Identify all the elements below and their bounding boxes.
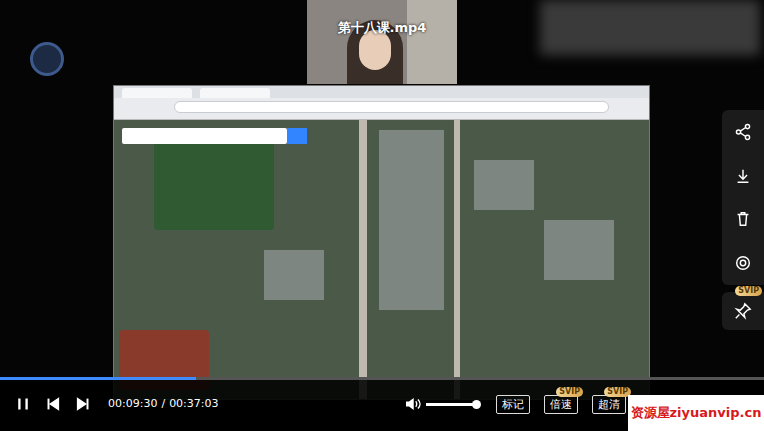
map-search-button — [287, 128, 307, 144]
volume-fill — [426, 403, 476, 406]
map-search — [122, 128, 287, 144]
progress-fill — [0, 377, 196, 380]
address-bar — [174, 101, 609, 113]
control-buttons: 标记 倍速SVIP 超清SVIP — [496, 395, 626, 414]
side-panel — [722, 110, 764, 285]
webcam-view: 第十八课.mp4 — [307, 0, 457, 84]
speaker-icon — [404, 395, 422, 413]
share-icon — [734, 123, 752, 141]
next-button[interactable] — [72, 393, 94, 415]
play-pause-button[interactable] — [12, 393, 34, 415]
map-field — [154, 140, 274, 230]
volume-control[interactable] — [404, 395, 476, 413]
pin-button[interactable]: SVIP — [722, 292, 764, 330]
pause-icon — [14, 395, 32, 413]
volume-knob[interactable] — [472, 400, 481, 409]
watermark: 资源屋ziyuanvip.cn — [628, 395, 764, 431]
map-building — [474, 160, 534, 210]
video-frame[interactable] — [113, 85, 650, 400]
target-icon — [734, 254, 752, 272]
cam-wall — [407, 0, 457, 84]
map-road — [359, 120, 367, 400]
browser-tab — [200, 88, 270, 98]
download-icon — [734, 167, 752, 185]
button-label: 超清 — [598, 398, 620, 411]
target-button[interactable] — [722, 243, 764, 283]
blurred-area — [540, 0, 760, 55]
previous-icon — [44, 395, 62, 413]
button-label: 倍速 — [550, 398, 572, 411]
progress-track[interactable] — [0, 377, 764, 380]
control-button[interactable]: 超清SVIP — [592, 395, 626, 414]
svip-badge: SVIP — [735, 286, 762, 296]
browser-tab — [122, 88, 192, 98]
pin-icon — [734, 302, 752, 320]
browser-tabs — [114, 86, 649, 98]
total-time: 00:37:03 — [169, 396, 218, 413]
download-button[interactable] — [722, 156, 764, 196]
svip-badge: SVIP — [556, 387, 583, 397]
video-title: 第十八课.mp4 — [307, 18, 457, 38]
cam-face — [359, 30, 391, 70]
button-label: 标记 — [502, 398, 524, 411]
next-icon — [74, 395, 92, 413]
svip-badge: SVIP — [604, 387, 631, 397]
browser-chrome — [114, 86, 649, 120]
current-time: 00:09:30 — [108, 396, 157, 413]
map-building — [544, 220, 614, 280]
volume-track[interactable] — [426, 403, 476, 406]
control-button[interactable]: 标记 — [496, 395, 530, 414]
map-building — [264, 250, 324, 300]
map-road — [454, 120, 460, 400]
trash-icon — [734, 210, 752, 228]
satellite-map — [114, 120, 649, 400]
map-building — [379, 130, 444, 310]
previous-button[interactable] — [42, 393, 64, 415]
video-player[interactable]: 第十八课.mp4 SVIP 00:09:30/00:37:03标记倍速SVIP超… — [0, 0, 764, 431]
trash-button[interactable] — [722, 199, 764, 239]
time-display: 00:09:30/00:37:03 — [108, 396, 219, 413]
share-button[interactable] — [722, 112, 764, 152]
logo-icon — [30, 42, 64, 76]
time-separator: / — [161, 396, 165, 413]
control-button[interactable]: 倍速SVIP — [544, 395, 578, 414]
